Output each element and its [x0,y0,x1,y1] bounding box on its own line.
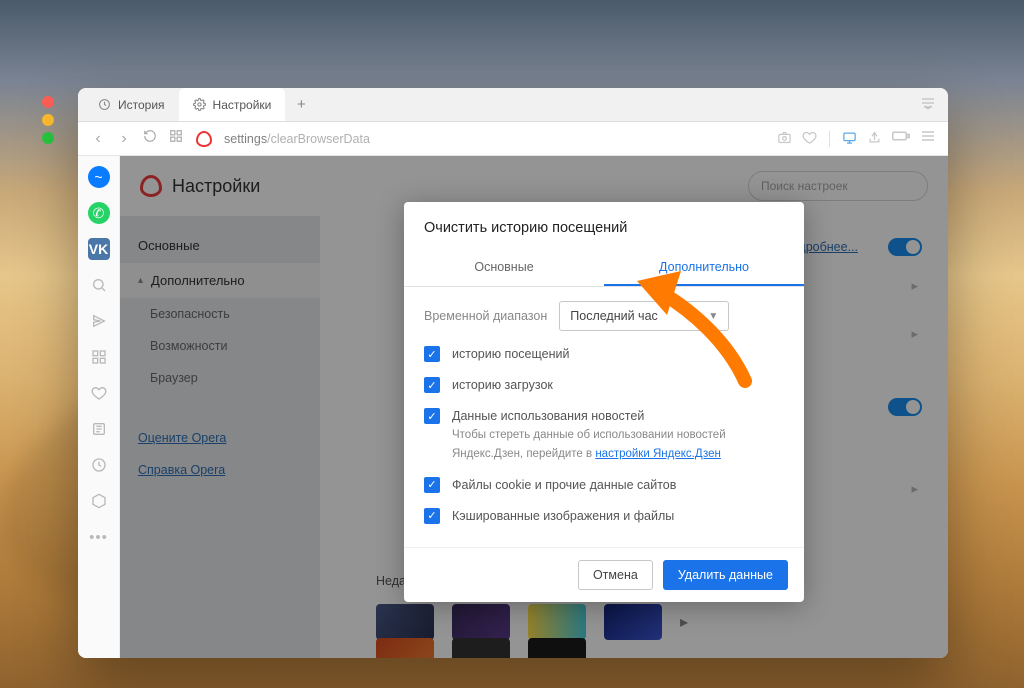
more-rail-icon[interactable]: ••• [88,526,110,548]
messenger-icon[interactable]: ~ [88,166,110,188]
nav-forward-icon[interactable]: › [116,130,132,148]
whatsapp-icon[interactable]: ✆ [88,202,110,224]
browser-window: История Настройки + ‹ › [78,88,948,658]
time-range-row: Временной диапазон Последний час ▼ [424,301,784,331]
share-icon[interactable] [867,130,882,148]
address-bar: ‹ › settings/clearBrowserData [78,122,948,156]
checkbox-checked-icon: ✓ [424,477,440,493]
dialog-tabs: Основные Дополнительно [404,250,804,287]
search-rail-icon[interactable] [88,274,110,296]
option-cache[interactable]: ✓ Кэшированные изображения и файлы [424,507,784,525]
tab-history-label: История [118,98,165,112]
speed-dial-icon[interactable] [168,129,184,148]
extensions-rail-icon[interactable] [88,490,110,512]
addressbar-actions [777,130,936,148]
nav-controls: ‹ › [90,129,184,148]
dialog-tab-basic[interactable]: Основные [404,250,604,286]
checkbox-checked-icon: ✓ [424,377,440,393]
new-tab-button[interactable]: + [285,96,317,113]
dialog-body: Временной диапазон Последний час ▼ ✓ ист… [404,287,804,547]
chevron-down-icon: ▼ [708,311,718,322]
checkbox-checked-icon: ✓ [424,508,440,524]
flow-icon[interactable] [88,310,110,332]
delete-data-button[interactable]: Удалить данные [663,560,788,590]
tab-settings-label: Настройки [213,98,272,112]
nav-back-icon[interactable]: ‹ [90,130,106,148]
sidebar-rail: ~ ✆ VK ••• [78,156,120,658]
history-icon [98,98,111,111]
dialog-tab-advanced[interactable]: Дополнительно [604,250,804,286]
window-body: ~ ✆ VK ••• Настройки Поиск настроек [78,156,948,658]
opera-logo-icon [196,131,212,147]
time-range-label: Временной диапазон [424,309,547,323]
minimize-window-dot[interactable] [42,114,54,126]
more-icon[interactable] [920,130,936,148]
option-browsing-history[interactable]: ✓ историю посещений [424,345,784,363]
reload-icon[interactable] [142,129,158,148]
address-text[interactable]: settings/clearBrowserData [224,132,370,146]
window-traffic-lights [42,96,54,144]
speeddial-rail-icon[interactable] [88,346,110,368]
close-window-dot[interactable] [42,96,54,108]
settings-page: Настройки Поиск настроек Основные ▴ Допо… [120,156,948,658]
maximize-window-dot[interactable] [42,132,54,144]
desktop-wallpaper: История Настройки + ‹ › [0,0,1024,688]
option-cookies[interactable]: ✓ Файлы cookie и прочие данные сайтов [424,476,784,494]
screenshot-icon[interactable] [777,130,792,148]
news-settings-link[interactable]: настройки Яндекс.Дзен [595,448,721,460]
tab-history[interactable]: История [84,88,179,121]
vk-icon[interactable]: VK [88,238,110,260]
clear-browsing-data-dialog: Очистить историю посещений Основные Допо… [404,202,804,602]
checkbox-checked-icon: ✓ [424,346,440,362]
cancel-button[interactable]: Отмена [578,560,653,590]
battery-icon[interactable] [892,130,910,148]
sync-icon[interactable] [842,130,857,148]
tab-strip-menu[interactable] [908,96,948,114]
gear-icon [193,98,206,111]
option-download-history[interactable]: ✓ историю загрузок [424,376,784,394]
checkbox-checked-icon: ✓ [424,408,440,424]
option-news-usage[interactable]: ✓ Данные использования новостей Чтобы ст… [424,407,784,462]
dialog-footer: Отмена Удалить данные [404,547,804,602]
time-range-select[interactable]: Последний час ▼ [559,301,729,331]
history-rail-icon[interactable] [88,454,110,476]
tab-settings[interactable]: Настройки [179,88,286,121]
news-rail-icon[interactable] [88,418,110,440]
dialog-title: Очистить историю посещений [404,202,804,250]
heart-icon[interactable] [802,130,817,148]
separator [829,131,830,147]
tab-strip: История Настройки + [78,88,948,122]
bookmarks-rail-icon[interactable] [88,382,110,404]
